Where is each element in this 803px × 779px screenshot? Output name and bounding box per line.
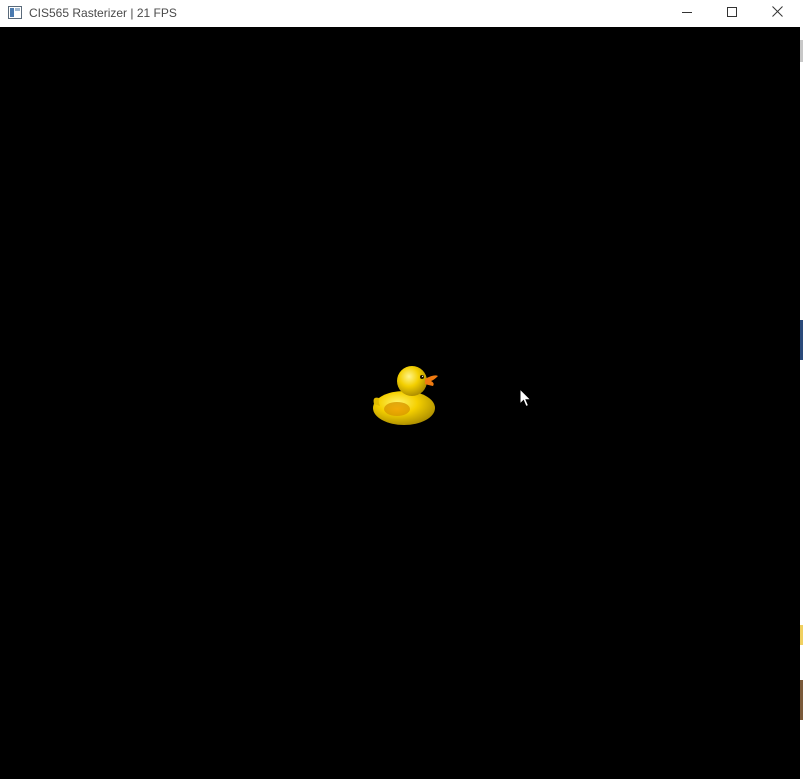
close-icon [771, 4, 783, 22]
minimize-icon [682, 4, 692, 22]
app-window-icon [8, 6, 22, 19]
render-viewport[interactable] [0, 27, 800, 779]
maximize-icon [727, 4, 737, 22]
maximize-button[interactable] [709, 0, 755, 26]
rubber-duck-model [373, 366, 438, 425]
title-bar[interactable]: CIS565 Rasterizer | 21 FPS [0, 0, 800, 27]
minimize-button[interactable] [664, 0, 710, 26]
rasterizer-window: CIS565 Rasterizer | 21 FPS [0, 0, 800, 779]
window-title: CIS565 Rasterizer | 21 FPS [29, 6, 177, 20]
close-button[interactable] [754, 0, 800, 26]
mouse-cursor-icon [519, 388, 532, 408]
